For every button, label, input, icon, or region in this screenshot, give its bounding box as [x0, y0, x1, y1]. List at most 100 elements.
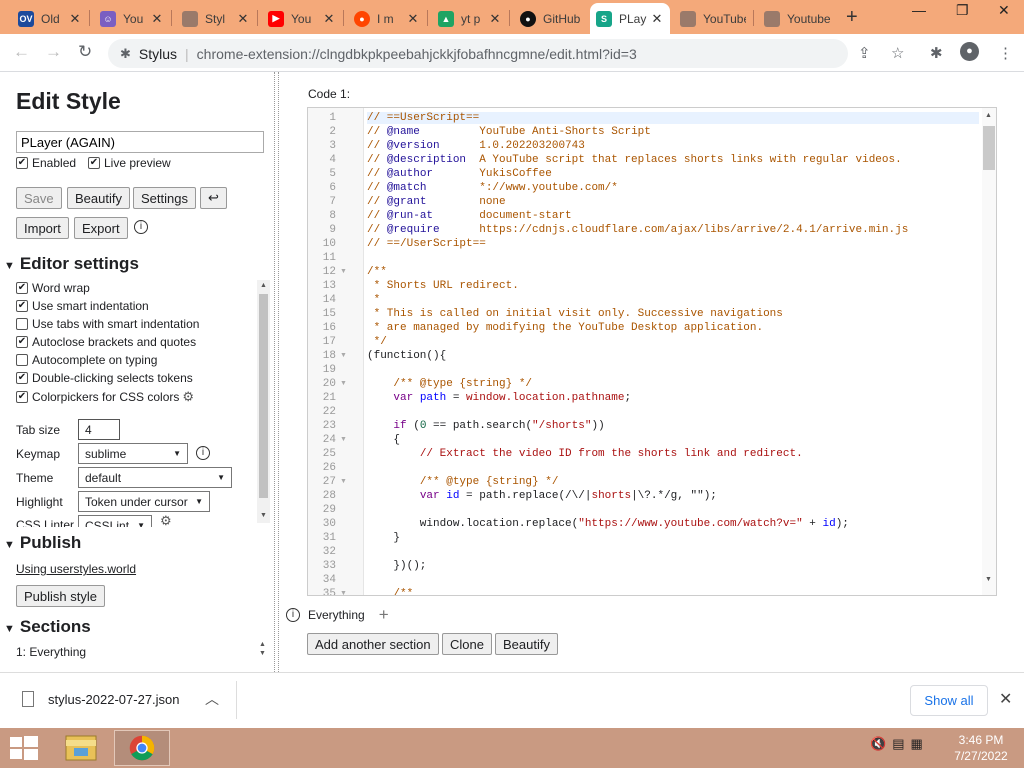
scroll-up-icon[interactable]: ▲	[259, 641, 266, 648]
close-tab-icon[interactable]: ✕	[236, 11, 250, 27]
tab-youtube-folder-2[interactable]: Youtube	[758, 3, 836, 34]
code-line[interactable]: // @match *://www.youtube.com/*	[367, 182, 618, 194]
download-item[interactable]: stylus-2022-07-27.json	[22, 691, 180, 707]
code-line[interactable]: * This is called on initial visit only. …	[367, 308, 783, 320]
publish-heading[interactable]: ▼ Publish	[4, 533, 81, 553]
live-preview-checkbox[interactable]: ✔ Live preview	[88, 156, 171, 170]
code-line[interactable]: }	[367, 532, 400, 544]
option-tabs-smart-indentation[interactable]: Use tabs with smart indentation	[16, 317, 199, 331]
restore-icon[interactable]: ❐	[956, 2, 969, 19]
code-line[interactable]	[367, 364, 374, 376]
code-line[interactable]: window.location.replace("https://www.you…	[367, 518, 849, 530]
scroll-down-icon[interactable]: ▼	[985, 576, 992, 583]
gear-icon[interactable]: ⚙	[182, 389, 194, 405]
settings-button[interactable]: Settings	[133, 187, 196, 209]
code-line[interactable]	[367, 574, 374, 586]
code-line[interactable]: /** @type {string} */	[367, 378, 532, 390]
code-line[interactable]: // Extract the video ID from the shorts …	[367, 448, 803, 460]
share-icon[interactable]: ⇪	[858, 44, 871, 62]
close-tab-icon[interactable]: ✕	[322, 11, 336, 27]
windows-start-icon[interactable]	[10, 736, 38, 760]
option-colorpickers[interactable]: ✔ Colorpickers for CSS colors ⚙	[16, 389, 194, 405]
code-line[interactable]: var id = path.replace(/\/|shorts|\?.*/g,…	[367, 490, 717, 502]
code-line[interactable]	[367, 504, 374, 516]
show-all-button[interactable]: Show all	[910, 685, 988, 716]
info-icon[interactable]: i	[134, 220, 148, 234]
tab-you-1[interactable]: ☺ You ✕	[94, 3, 170, 34]
file-explorer-icon[interactable]	[54, 730, 110, 766]
close-tab-icon[interactable]: ✕	[68, 11, 82, 27]
back-icon[interactable]: ←	[13, 42, 30, 62]
option-smart-indentation[interactable]: ✔ Use smart indentation	[16, 299, 149, 313]
scrollbar-thumb[interactable]	[983, 126, 995, 170]
chrome-icon[interactable]	[114, 730, 170, 766]
code-line[interactable]: /**	[367, 266, 387, 278]
close-download-bar-icon[interactable]: ✕	[999, 689, 1012, 709]
code-line[interactable]: })();	[367, 560, 426, 572]
enabled-checkbox[interactable]: ✔ Enabled	[16, 156, 76, 170]
tab-old[interactable]: OV Old ✕	[12, 3, 88, 34]
fold-marker-icon[interactable]: ▼	[340, 268, 347, 275]
code-line[interactable]: // @grant none	[367, 196, 506, 208]
scrollbar-thumb[interactable]	[259, 294, 268, 498]
settings-scrollbar[interactable]: ▲ ▼	[257, 280, 270, 523]
tab-youtube-folder[interactable]: YouTube	[674, 3, 752, 34]
add-section-button[interactable]: Add another section	[307, 633, 439, 655]
add-applies-icon[interactable]: +	[379, 605, 389, 625]
fold-marker-icon[interactable]: ▼	[340, 352, 347, 359]
reload-icon[interactable]: ↻	[78, 42, 92, 62]
code-line[interactable]	[367, 406, 374, 418]
fold-marker-icon[interactable]: ▼	[340, 436, 347, 443]
option-word-wrap[interactable]: ✔ Word wrap	[16, 281, 90, 295]
sections-heading[interactable]: ▼ Sections	[4, 617, 91, 637]
publish-style-button[interactable]: Publish style	[16, 585, 105, 607]
code-line[interactable]: // @author YukisCoffee	[367, 168, 552, 180]
chevron-up-icon[interactable]: ︿	[205, 689, 219, 709]
close-window-icon[interactable]: ✕	[998, 2, 1010, 19]
code-line[interactable]: /**	[367, 588, 413, 595]
code-line[interactable]: // @version 1.0.202203200743	[367, 140, 585, 152]
code-line[interactable]	[367, 462, 374, 474]
import-button[interactable]: Import	[16, 217, 69, 239]
css-linter-select[interactable]: CSSLint ▼	[78, 515, 152, 527]
profile-avatar-icon[interactable]: ●	[960, 42, 979, 61]
scroll-up-icon[interactable]: ▲	[260, 282, 267, 289]
code-editor[interactable]: 1 2 3 4 5 6 7 8 9 10 11 12 ▼ 13 14 15 16 17 18 ▼ 19 20 ▼ 21 22 23…	[307, 107, 997, 596]
beautify-button[interactable]: Beautify	[67, 187, 130, 209]
close-tab-icon[interactable]: ✕	[150, 11, 164, 27]
style-name-input[interactable]	[16, 131, 264, 153]
code-line[interactable]: {	[367, 434, 400, 446]
highlight-select[interactable]: Token under cursor ▼	[78, 491, 210, 512]
taskbar-clock[interactable]: 3:46 PM 7/27/2022	[944, 732, 1018, 764]
forward-icon[interactable]: →	[45, 42, 62, 62]
editor-scrollbar[interactable]: ▲ ▼	[982, 108, 996, 595]
code-line[interactable]: // @name YouTube Anti-Shorts Script	[367, 126, 651, 138]
code-line[interactable]: * Shorts URL redirect.	[367, 280, 519, 292]
scroll-down-icon[interactable]: ▼	[259, 650, 266, 657]
minimize-icon[interactable]: —	[912, 2, 926, 18]
tab-youtube-video[interactable]: ▶ You ✕	[262, 3, 342, 34]
code-line[interactable]: // @description A YouTube script that re…	[367, 154, 902, 166]
option-autocomplete[interactable]: Autocomplete on typing	[16, 353, 157, 367]
action-center-icon[interactable]: ▦	[910, 736, 922, 752]
menu-kebab-icon[interactable]: ⋮	[998, 44, 1013, 62]
keymap-info-icon[interactable]: i	[196, 446, 210, 460]
code-line[interactable]: * are managed by modifying the YouTube D…	[367, 322, 763, 334]
code-line[interactable]	[367, 252, 374, 264]
applies-to-value[interactable]: Everything	[308, 608, 365, 622]
undo-button[interactable]: ↩	[200, 187, 227, 209]
address-bar[interactable]: ✱ Stylus | chrome-extension://clngdbkpkp…	[108, 39, 848, 68]
keymap-select[interactable]: sublime ▼	[78, 443, 188, 464]
volume-muted-icon[interactable]: 🔇	[870, 736, 886, 752]
new-tab-button[interactable]: +	[846, 6, 858, 29]
section-list-item[interactable]: 1: Everything	[16, 645, 86, 659]
option-autoclose-brackets[interactable]: ✔ Autoclose brackets and quotes	[16, 335, 196, 349]
userstyles-world-link[interactable]: Using userstyles.world	[16, 562, 136, 576]
tab-styl[interactable]: Styl ✕	[176, 3, 256, 34]
code-line[interactable]: // @require https://cdnjs.cloudflare.com…	[367, 224, 908, 236]
extensions-icon[interactable]: ✱	[930, 44, 943, 62]
tab-github[interactable]: ● GitHub	[514, 3, 588, 34]
code-line[interactable]: var path = window.location.pathname;	[367, 392, 631, 404]
editor-settings-heading[interactable]: ▼ Editor settings	[4, 254, 139, 274]
option-double-click-tokens[interactable]: ✔ Double-clicking selects tokens	[16, 371, 193, 385]
